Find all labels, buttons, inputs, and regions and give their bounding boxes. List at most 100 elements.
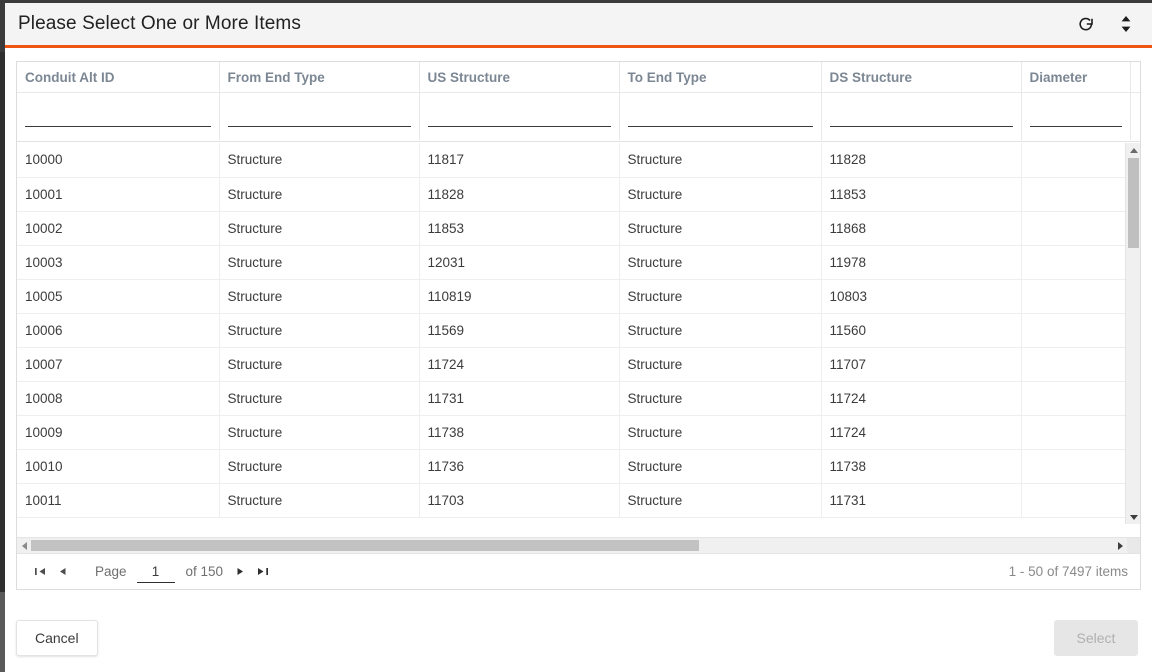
refresh-icon[interactable] — [1074, 12, 1098, 36]
cell-us-structure: 11703 — [419, 483, 620, 518]
table-row[interactable]: 10008 Structure 11731 Structure 11724 — [17, 381, 1140, 416]
first-page-icon[interactable] — [29, 561, 51, 583]
filter-cell-to-end-type — [619, 92, 822, 140]
column-header-to-end-type[interactable]: To End Type — [619, 62, 822, 93]
column-header-from-end-type[interactable]: From End Type — [219, 62, 420, 93]
last-page-icon[interactable] — [251, 561, 273, 583]
cell-ds-structure: 11738 — [821, 449, 1022, 484]
dialog-body: Conduit Alt ID From End Type US Structur… — [5, 48, 1152, 604]
filter-cell-us-structure — [419, 92, 620, 140]
table-row[interactable]: 10006 Structure 11569 Structure 11560 — [17, 313, 1140, 348]
scrollbar-corner — [1127, 538, 1140, 553]
cell-to-end-type: Structure — [619, 381, 822, 416]
page-total-label: of 150 — [185, 564, 224, 579]
filter-cell-spacer — [1130, 92, 1140, 140]
table-row[interactable]: 10001 Structure 11828 Structure 11853 — [17, 177, 1140, 212]
expand-collapse-icon[interactable] — [1114, 12, 1138, 36]
cancel-button[interactable]: Cancel — [16, 620, 98, 656]
cell-from-end-type: Structure — [219, 313, 420, 348]
table-row[interactable]: 10003 Structure 12031 Structure 11978 — [17, 245, 1140, 280]
dialog-title: Please Select One or More Items — [18, 13, 301, 34]
cell-diameter — [1021, 415, 1131, 450]
vertical-scrollbar[interactable] — [1125, 143, 1140, 524]
cell-to-end-type: Structure — [619, 279, 822, 314]
cell-ds-structure: 11868 — [821, 211, 1022, 246]
page-label: Page — [95, 564, 127, 579]
cell-from-end-type: Structure — [219, 279, 420, 314]
cell-ds-structure: 11724 — [821, 415, 1022, 450]
filter-input-to-end-type[interactable] — [627, 105, 813, 128]
table-row[interactable]: 10002 Structure 11853 Structure 11868 — [17, 211, 1140, 246]
cell-ds-structure: 11560 — [821, 313, 1022, 348]
filter-input-from-end-type[interactable] — [227, 105, 411, 128]
filter-input-us-structure[interactable] — [427, 105, 611, 128]
cell-ds-structure: 11853 — [821, 177, 1022, 212]
cell-diameter — [1021, 279, 1131, 314]
filter-cell-from-end-type — [219, 92, 420, 140]
cell-ds-structure: 11731 — [821, 483, 1022, 518]
header-toolbar — [1074, 12, 1138, 36]
cell-from-end-type: Structure — [219, 381, 420, 416]
dialog-header: Please Select One or More Items — [5, 3, 1152, 48]
cell-us-structure: 11817 — [419, 143, 620, 178]
grid-header: Conduit Alt ID From End Type US Structur… — [17, 62, 1140, 142]
cell-to-end-type: Structure — [619, 313, 822, 348]
scroll-right-icon[interactable] — [1113, 538, 1127, 553]
cell-diameter — [1021, 143, 1131, 178]
cell-ds-structure: 11978 — [821, 245, 1022, 280]
cell-to-end-type: Structure — [619, 245, 822, 280]
cell-to-end-type: Structure — [619, 449, 822, 484]
column-header-diameter[interactable]: Diameter — [1021, 62, 1131, 93]
cell-conduit-alt-id: 10011 — [17, 483, 220, 518]
cell-conduit-alt-id: 10001 — [17, 177, 220, 212]
cell-diameter — [1021, 177, 1131, 212]
cell-to-end-type: Structure — [619, 177, 822, 212]
table-row[interactable]: 10007 Structure 11724 Structure 11707 — [17, 347, 1140, 382]
horizontal-scrollbar-thumb[interactable] — [31, 540, 699, 551]
filter-input-ds-structure[interactable] — [829, 105, 1013, 128]
page-number-input[interactable] — [136, 560, 175, 583]
column-header-ds-structure[interactable]: DS Structure — [821, 62, 1022, 93]
cell-from-end-type: Structure — [219, 483, 420, 518]
table-row[interactable]: 10011 Structure 11703 Structure 11731 — [17, 483, 1140, 518]
cell-us-structure: 11731 — [419, 381, 620, 416]
filter-input-conduit-alt-id[interactable] — [25, 105, 211, 128]
cell-to-end-type: Structure — [619, 415, 822, 450]
cell-us-structure: 11738 — [419, 415, 620, 450]
horizontal-scrollbar[interactable] — [17, 537, 1140, 553]
filter-input-diameter[interactable] — [1029, 105, 1122, 128]
table-row[interactable]: 10010 Structure 11736 Structure 11738 — [17, 449, 1140, 484]
cell-us-structure: 110819 — [419, 279, 620, 314]
scroll-up-icon[interactable] — [1126, 143, 1140, 157]
cell-conduit-alt-id: 10005 — [17, 279, 220, 314]
cell-conduit-alt-id: 10000 — [17, 143, 220, 178]
table-row[interactable]: 10009 Structure 11738 Structure 11724 — [17, 415, 1140, 450]
column-header-conduit-alt-id[interactable]: Conduit Alt ID — [17, 62, 220, 93]
filter-cell-conduit-alt-id — [17, 92, 220, 140]
table-row[interactable]: 10000 Structure 11817 Structure 11828 — [17, 143, 1140, 178]
filter-cell-ds-structure — [821, 92, 1022, 140]
scroll-down-icon[interactable] — [1126, 510, 1140, 524]
cell-conduit-alt-id: 10002 — [17, 211, 220, 246]
vertical-scrollbar-thumb[interactable] — [1128, 158, 1139, 248]
cell-ds-structure: 10803 — [821, 279, 1022, 314]
cell-diameter — [1021, 347, 1131, 382]
select-items-dialog: Please Select One or More Items Conduit … — [5, 3, 1152, 672]
scroll-left-icon[interactable] — [17, 538, 31, 553]
cell-from-end-type: Structure — [219, 415, 420, 450]
cell-diameter — [1021, 381, 1131, 416]
previous-page-icon[interactable] — [51, 561, 73, 583]
filter-cell-diameter — [1021, 92, 1131, 140]
dialog-footer: Cancel Select — [5, 604, 1152, 672]
cell-to-end-type: Structure — [619, 211, 822, 246]
next-page-icon[interactable] — [229, 561, 251, 583]
table-row[interactable]: 10005 Structure 110819 Structure 10803 — [17, 279, 1140, 314]
grid-data-area[interactable]: 10000 Structure 11817 Structure 11828 10001 St… — [17, 143, 1140, 524]
column-header-us-structure[interactable]: US Structure — [419, 62, 620, 93]
cell-ds-structure: 11724 — [821, 381, 1022, 416]
cell-us-structure: 11569 — [419, 313, 620, 348]
cell-us-structure: 12031 — [419, 245, 620, 280]
cell-diameter — [1021, 483, 1131, 518]
cell-from-end-type: Structure — [219, 245, 420, 280]
cell-us-structure: 11736 — [419, 449, 620, 484]
